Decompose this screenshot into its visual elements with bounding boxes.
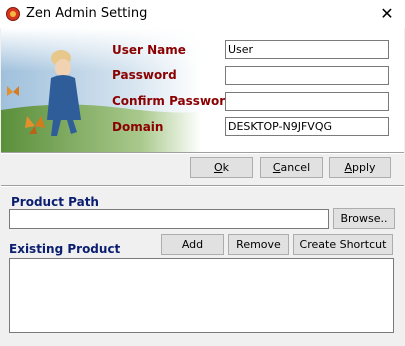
product-path-label: Product Path (11, 195, 99, 209)
header-separator (1, 152, 404, 154)
existing-product-label: Existing Product (9, 242, 121, 256)
buttons-separator (1, 185, 404, 187)
domain-field[interactable]: DESKTOP-N9JFVQG (225, 117, 389, 136)
close-button[interactable]: ✕ (369, 0, 405, 28)
apply-mnemonic: A (344, 161, 352, 174)
password-label: Password (112, 68, 177, 82)
user-name-field[interactable]: User (225, 40, 389, 59)
add-button[interactable]: Add (161, 234, 224, 255)
password-field[interactable] (225, 66, 389, 85)
apply-button[interactable]: Apply (329, 157, 391, 178)
domain-label: Domain (112, 120, 164, 134)
product-path-field[interactable] (9, 209, 329, 229)
confirm-password-field[interactable] (225, 92, 389, 111)
user-name-label: User Name (112, 43, 186, 57)
cancel-button[interactable]: Cancel (260, 157, 323, 178)
cancel-mnemonic: C (272, 161, 281, 174)
ok-label-rest: k (222, 161, 230, 174)
browse-button[interactable]: Browse.. (333, 208, 395, 229)
create-shortcut-button[interactable]: Create Shortcut (293, 234, 393, 255)
app-icon (6, 7, 20, 21)
cancel-label-rest: ancel (280, 161, 311, 174)
window-title: Zen Admin Setting (26, 6, 148, 21)
title-bar: Zen Admin Setting ✕ (0, 0, 405, 28)
apply-label-rest: pply (352, 161, 376, 174)
ok-mnemonic: O (213, 161, 223, 174)
existing-product-list[interactable] (9, 258, 394, 333)
remove-button[interactable]: Remove (228, 234, 289, 255)
header-panel: User Name User Password Confirm Password… (1, 28, 404, 152)
ok-button[interactable]: Ok (190, 157, 253, 178)
confirm-password-label: Confirm Password (112, 94, 234, 108)
